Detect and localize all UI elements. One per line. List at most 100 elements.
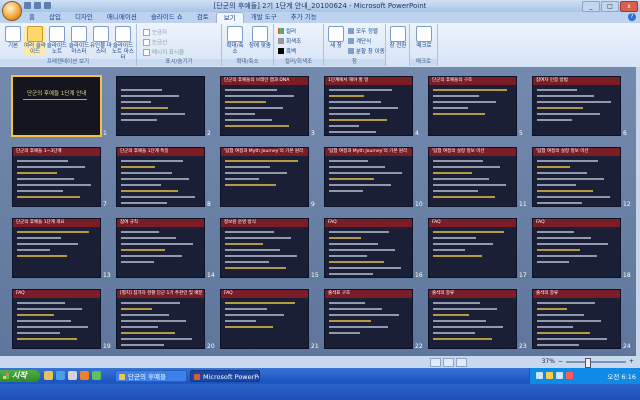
taskbar-button-powerpoint[interactable]: Microsoft PowerPoint ...: [190, 370, 260, 382]
maximize-button[interactable]: □: [601, 1, 619, 12]
new-window-button[interactable]: 새 창: [325, 26, 347, 49]
tab-view[interactable]: 보기: [215, 12, 244, 23]
slide-thumbnail[interactable]: 참여자 인증 방법 6: [533, 77, 627, 137]
slide-text-line: [537, 184, 576, 186]
slide-thumbnail[interactable]: 1단계에서 해야 할 일 4: [325, 77, 419, 137]
slide-text-line: [225, 314, 284, 316]
sorter-view-shortcut[interactable]: [443, 358, 454, 367]
slide-thumbnail[interactable]: '탐험 여정의 설정 정보 미션 11: [429, 148, 527, 208]
vertical-scrollbar[interactable]: [636, 67, 640, 356]
volume-icon[interactable]: [556, 372, 563, 379]
slide-thumbnail[interactable]: FAQ 21: [221, 290, 319, 350]
group-label: 컬러/회색조: [274, 59, 323, 66]
slide-thumbnail[interactable]: FAQ 17: [429, 219, 527, 279]
browser-icon[interactable]: [56, 371, 65, 380]
switch-window-button[interactable]: 창 전환: [387, 26, 409, 49]
messenger-icon[interactable]: [92, 371, 101, 380]
tab-home[interactable]: 홈: [22, 12, 42, 23]
taskbar-lower: [0, 384, 640, 400]
zoom-level[interactable]: 37%: [542, 358, 555, 365]
notes-page-button[interactable]: 슬라이드 노트: [46, 26, 68, 55]
slide-thumbnail[interactable]: '탐험 여정과 Myth Journey'의 기본 원리 9: [221, 148, 315, 208]
tab-animation[interactable]: 애니메이션: [100, 12, 144, 23]
slide-text-line: [225, 95, 294, 97]
grayscale-button[interactable]: 회색조: [278, 37, 301, 45]
help-icon[interactable]: ?: [628, 13, 636, 21]
slide-thumbnail[interactable]: '탐험 여정의 설정 정보 미션 12: [533, 148, 631, 208]
media-icon[interactable]: [80, 371, 89, 380]
slide-text-line: [329, 101, 381, 103]
save-icon[interactable]: [24, 2, 31, 9]
slide-master-button[interactable]: 슬라이드 마스터: [68, 26, 90, 55]
normal-view-button[interactable]: 기본: [2, 26, 24, 49]
security-icon[interactable]: [546, 372, 553, 379]
slide-text-line: [433, 302, 480, 304]
slide-thumbnail[interactable]: FAQ 18: [533, 219, 631, 279]
slide-thumbnail[interactable]: 단군의 후예들 1단계 특징 8: [117, 148, 211, 208]
slideshow-shortcut[interactable]: [456, 358, 467, 367]
cascade-button[interactable]: 계단식: [348, 37, 371, 45]
redo-icon[interactable]: [44, 2, 51, 9]
fit-to-window-button[interactable]: 창에 맞춤: [249, 26, 271, 49]
macro-label: 매크로: [416, 43, 432, 49]
tab-slideshow[interactable]: 슬라이드 쇼: [144, 12, 190, 23]
tab-review[interactable]: 검토: [190, 12, 216, 23]
start-button[interactable]: 시작: [0, 370, 40, 382]
slide-text-line: [17, 249, 50, 251]
tab-insert[interactable]: 삽입: [42, 12, 68, 23]
slide-thumbnail[interactable]: 단군의 후예들 1단계 안내 1: [13, 77, 107, 137]
network-icon[interactable]: [536, 372, 543, 379]
color-button[interactable]: 컬러: [278, 27, 296, 35]
undo-icon[interactable]: [34, 2, 41, 9]
close-button[interactable]: x: [620, 1, 638, 12]
slide-text-line: [329, 113, 370, 115]
checkbox-icon: [143, 38, 150, 46]
slide-thumbnail[interactable]: 단군의 후예들의 구조 5: [429, 77, 523, 137]
alert-icon[interactable]: [566, 372, 573, 379]
slide-thumbnail[interactable]: 단군의 후예들의 브레인 맵과 DNA 3: [221, 77, 315, 137]
slide-text-line: [17, 320, 71, 322]
slide-thumbnail[interactable]: 정보원 운영 방식 15: [221, 219, 319, 279]
notes-master-button[interactable]: 슬라이드 노트 마스터: [112, 26, 134, 61]
move-split-button[interactable]: 분할 창 이동: [348, 47, 385, 55]
desktop-icon[interactable]: [68, 371, 77, 380]
slide-title: 단군의 후예들 1단계 안내: [27, 91, 87, 97]
taskbar-button-folder[interactable]: 단군의 후예들: [115, 370, 187, 382]
normal-view-shortcut[interactable]: [430, 358, 441, 367]
slide-text-line: [329, 267, 401, 269]
slide-thumbnail[interactable]: 참여 규칙 14: [117, 219, 215, 279]
zoom-in-icon[interactable]: +: [629, 358, 634, 365]
zoom-out-icon[interactable]: −: [558, 358, 563, 365]
slide-sorter-button[interactable]: 여러 슬라이드: [24, 26, 46, 55]
office-button[interactable]: [2, 1, 22, 21]
slide-text-line: [121, 178, 189, 180]
slide-thumbnail[interactable]: FAQ 19: [13, 290, 111, 350]
message-bar-checkbox[interactable]: 메시지 표시줄: [143, 48, 184, 56]
gridlines-checkbox[interactable]: 눈금선: [143, 38, 167, 46]
black-white-button[interactable]: 흑백: [278, 47, 296, 55]
slide-thumbnail[interactable]: [별지] 참가자 현황 단군 1기 추천인 및 배분 20: [117, 290, 215, 350]
slide-thumbnail[interactable]: 2: [117, 77, 211, 137]
zoom-slider-knob[interactable]: [584, 357, 591, 368]
slide-text-line: [329, 332, 360, 334]
tab-addins[interactable]: 추가 기능: [284, 12, 324, 23]
zoom-slider[interactable]: [565, 357, 626, 368]
slide-thumbnail[interactable]: FAQ 16: [325, 219, 423, 279]
ruler-checkbox[interactable]: 눈금자: [143, 28, 167, 36]
slide-text-line: [225, 237, 291, 239]
slide-thumbnail[interactable]: 단군의 후예들 1단계 개요 13: [13, 219, 111, 279]
slide-text-line: [225, 249, 280, 251]
slide-thumbnail[interactable]: 출석표 구조 22: [325, 290, 423, 350]
slide-thumbnail[interactable]: 단군의 후예들 1~3단계 7: [13, 148, 107, 208]
folder-icon[interactable]: [44, 371, 53, 380]
slide-thumbnail[interactable]: 출석의 종류 23: [429, 290, 527, 350]
zoom-button[interactable]: 확대/축소: [224, 26, 246, 55]
minimize-button[interactable]: _: [582, 1, 600, 12]
slide-thumbnail[interactable]: 출석의 종류 24: [533, 290, 631, 350]
handout-master-button[interactable]: 유인물 마스터: [90, 26, 112, 55]
tab-developer[interactable]: 개발 도구: [244, 12, 284, 23]
macro-button[interactable]: 매크로: [413, 26, 435, 49]
slide-thumbnail[interactable]: '탐험 여정과 Myth Journey'의 기본 원리 10: [325, 148, 423, 208]
arrange-all-button[interactable]: 모두 정렬: [348, 27, 378, 35]
tab-design[interactable]: 디자인: [68, 12, 100, 23]
